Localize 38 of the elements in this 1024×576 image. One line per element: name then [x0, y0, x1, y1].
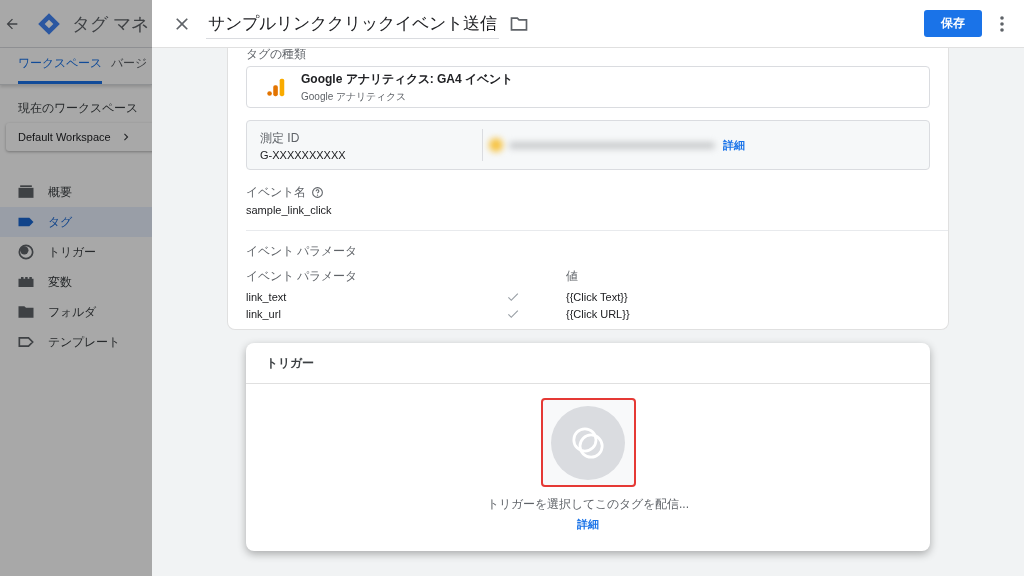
nav-item[interactable]: テンプレート: [0, 327, 152, 357]
field-value: G-XXXXXXXXXX: [260, 148, 347, 161]
bar-chart-icon: [265, 76, 287, 98]
tab[interactable]: ワークスペース: [18, 55, 102, 84]
workspace-selector[interactable]: Default Workspace: [6, 123, 152, 151]
trigger-picker[interactable]: [540, 398, 636, 487]
tag-type-vendor: Google アナリティクス: [301, 89, 408, 104]
column-header: イベント パラメータ: [246, 268, 359, 285]
nav-item[interactable]: トリガー: [0, 237, 152, 267]
details-link[interactable]: 詳細: [577, 517, 599, 532]
field-value: sample_link_click: [246, 204, 333, 216]
field-label: 測定 ID: [260, 129, 301, 147]
overlapping-circles-icon: [551, 405, 625, 480]
nav-item[interactable]: タグ: [0, 207, 152, 237]
details-link[interactable]: 詳細: [723, 137, 745, 153]
nav-item[interactable]: フォルダ: [0, 297, 152, 327]
table-cell-text: link_text: [246, 291, 288, 303]
hint-text: トリガーを選択してこのタグを配信...: [487, 496, 689, 513]
more-icon: [1000, 15, 1004, 32]
field-label: イベント名: [246, 184, 306, 201]
tag-name-field[interactable]: サンプルリンククリックイベント送信: [206, 8, 499, 39]
column-header: 値: [566, 268, 579, 285]
nav-item[interactable]: 変数: [0, 267, 152, 297]
table-cell-text: {{Click Text}}: [566, 291, 629, 303]
table-cell-text: {{Click URL}}: [566, 308, 631, 320]
tag-type-selector[interactable]: Google アナリティクス: GA4 イベント Google アナリティクス: [246, 66, 930, 108]
table-cell-text: link_url: [246, 308, 282, 320]
tab[interactable]: バージ: [111, 55, 147, 84]
save-button[interactable]: 保存: [924, 10, 982, 37]
trigger-icon: [16, 242, 36, 262]
section-title: イベント パラメータ: [246, 243, 359, 260]
workspace-label: 現在のワークスペース: [18, 100, 139, 117]
tag-type-name: Google アナリティクス: GA4 イベント: [301, 70, 513, 88]
field-label: タグの種類: [246, 48, 307, 60]
nav-item[interactable]: 概要: [0, 177, 152, 207]
card-title: トリガー: [246, 343, 930, 384]
help-icon: [311, 186, 324, 199]
app-title: タグ マネ: [72, 12, 149, 36]
